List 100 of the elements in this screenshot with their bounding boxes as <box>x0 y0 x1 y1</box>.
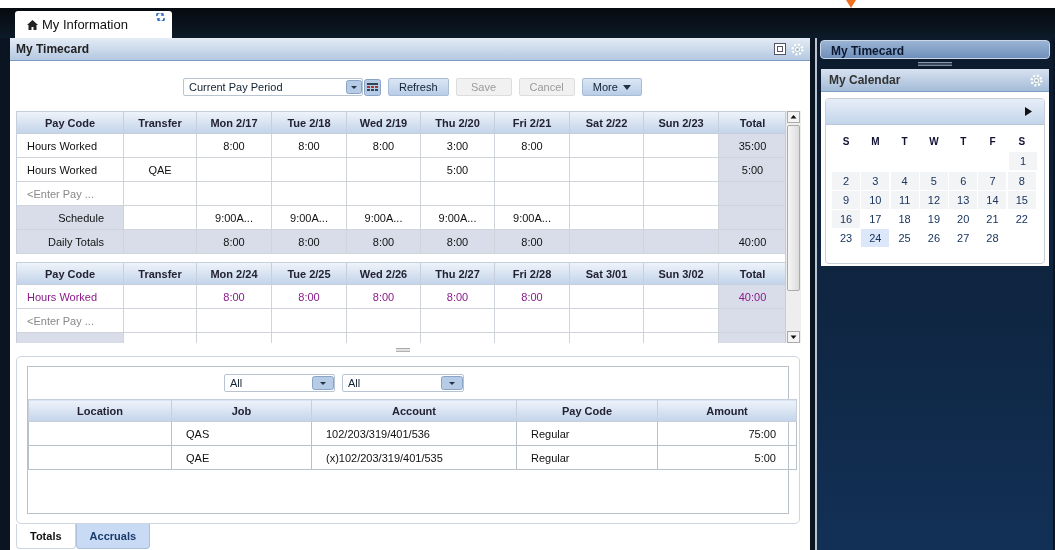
column-header: Tue 2/25 <box>272 263 347 285</box>
table-cell: 5:00 <box>657 445 797 470</box>
calendar-day[interactable]: 4 <box>890 171 919 190</box>
collapsed-panel[interactable]: My Timecard <box>820 40 1050 59</box>
column-header: Total <box>719 112 785 134</box>
column-header: Pay Code <box>516 399 658 422</box>
calendar-day[interactable]: 12 <box>919 190 948 209</box>
calendar-day[interactable]: 1 <box>1009 152 1037 171</box>
column-header: Sun 2/23 <box>644 112 719 134</box>
table-cell: 8:00 <box>495 285 570 309</box>
calendar-day[interactable]: 5 <box>919 171 948 190</box>
calendar-icon[interactable] <box>364 78 381 96</box>
column-header: Thu 2/27 <box>421 263 495 285</box>
weekday-label: M <box>870 135 881 149</box>
calendar-day[interactable]: 25 <box>890 229 919 248</box>
column-header: Fri 2/21 <box>495 112 570 134</box>
table-cell <box>719 309 785 333</box>
calendar-day[interactable]: 20 <box>949 210 978 229</box>
filter-dropdown[interactable]: All <box>342 374 464 392</box>
calendar-day[interactable]: 3 <box>861 171 890 190</box>
weekday-label: S <box>841 135 851 149</box>
scroll-down-icon[interactable] <box>787 331 800 343</box>
weekday-label: S <box>1017 135 1027 149</box>
table-cell: QAS <box>171 421 312 446</box>
grip-handle[interactable] <box>918 62 952 66</box>
calendar-day[interactable]: 21 <box>978 210 1007 229</box>
calendar-day[interactable]: 27 <box>949 229 978 248</box>
calendar-day[interactable]: 28 <box>978 229 1007 248</box>
calendar-day[interactable]: 13 <box>949 190 978 209</box>
calendar-day[interactable]: 9 <box>832 190 860 209</box>
column-header: Wed 2/19 <box>347 112 421 134</box>
table-cell: 8:00 <box>421 285 495 309</box>
dropdown-icon <box>346 80 362 94</box>
calendar-day[interactable]: 18 <box>890 210 919 229</box>
pay-period-dropdown[interactable]: Current Pay Period <box>183 78 363 96</box>
calendar-day[interactable]: 19 <box>919 210 948 229</box>
column-header: Fri 2/28 <box>495 263 570 285</box>
table-cell: 8:00 <box>272 285 347 309</box>
home-icon <box>27 19 38 30</box>
calendar-day[interactable]: 23 <box>832 229 860 248</box>
page-tab[interactable]: My Information <box>15 11 172 38</box>
column-header: Transfer <box>124 263 197 285</box>
table-cell: QAE <box>124 158 197 182</box>
calendar-day[interactable]: 15 <box>1007 190 1036 209</box>
table-cell: 40:00 <box>719 230 785 254</box>
dropdown-icon <box>312 376 334 390</box>
panel-title: My Timecard <box>16 42 90 56</box>
scroll-thumb[interactable] <box>787 125 800 291</box>
column-header: Mon 2/17 <box>197 112 272 134</box>
panel-title: My Calendar <box>829 73 901 87</box>
column-header: Account <box>311 399 517 422</box>
calendar-day[interactable]: 17 <box>861 210 890 229</box>
caret-icon <box>622 84 631 90</box>
calendar-day[interactable]: 22 <box>1007 210 1036 229</box>
calendar-day[interactable]: 24 <box>861 229 890 248</box>
table-cell: Hours Worked <box>17 134 124 158</box>
column-header: Thu 2/20 <box>421 112 495 134</box>
calendar-day[interactable]: 2 <box>832 171 860 190</box>
table-cell <box>719 182 785 206</box>
filter-dropdown[interactable]: All <box>224 374 335 392</box>
calendar-day[interactable]: 6 <box>949 171 978 190</box>
table-cell: 8:00 <box>272 134 347 158</box>
column-header: Pay Code <box>17 112 124 134</box>
table-cell: Hours Worked <box>17 285 124 309</box>
table-cell: 8:00 <box>421 230 495 254</box>
table-cell: 8:00 <box>347 230 421 254</box>
column-header: Sat 2/22 <box>570 112 644 134</box>
refresh-icon[interactable] <box>156 13 165 21</box>
table-cell: 8:00 <box>197 230 272 254</box>
table-cell: 5:00 <box>421 158 495 182</box>
table-cell: 75:00 <box>657 421 797 446</box>
grip-handle[interactable] <box>396 347 410 352</box>
next-month-icon[interactable] <box>1025 107 1032 116</box>
bottom-tab[interactable]: Totals <box>16 524 76 549</box>
calendar-day[interactable]: 10 <box>861 190 890 209</box>
table-cell: 8:00 <box>197 134 272 158</box>
table-cell: 102/203/319/401/536 <box>311 421 517 446</box>
scroll-up-icon[interactable] <box>787 111 800 123</box>
table-cell: 40:00 <box>719 285 785 309</box>
calendar-day[interactable]: 16 <box>832 210 860 229</box>
toolbar-button[interactable]: Refresh <box>388 78 449 96</box>
column-header: Pay Code <box>17 263 124 285</box>
column-header: Amount <box>657 399 797 422</box>
column-header: Sun 3/02 <box>644 263 719 285</box>
scroll-bar[interactable] <box>785 111 801 343</box>
column-header: Wed 2/26 <box>347 263 421 285</box>
table-cell: 35:00 <box>719 134 785 158</box>
calendar-day[interactable]: 14 <box>978 190 1007 209</box>
maximize-icon[interactable] <box>774 43 786 55</box>
column-header: Total <box>719 263 785 285</box>
calendar-day[interactable]: 8 <box>1007 171 1036 190</box>
table-cell: 8:00 <box>347 134 421 158</box>
calendar-day[interactable]: 26 <box>919 229 948 248</box>
table-cell: QAE <box>171 445 312 470</box>
bottom-tab[interactable]: Accruals <box>75 524 151 549</box>
table-cell: (x)102/203/319/401/535 <box>311 445 517 470</box>
calendar-day[interactable]: 11 <box>890 190 919 209</box>
calendar-day[interactable]: 7 <box>978 171 1007 190</box>
toolbar-button[interactable]: More <box>581 78 642 96</box>
table-cell: Schedule <box>17 206 124 230</box>
